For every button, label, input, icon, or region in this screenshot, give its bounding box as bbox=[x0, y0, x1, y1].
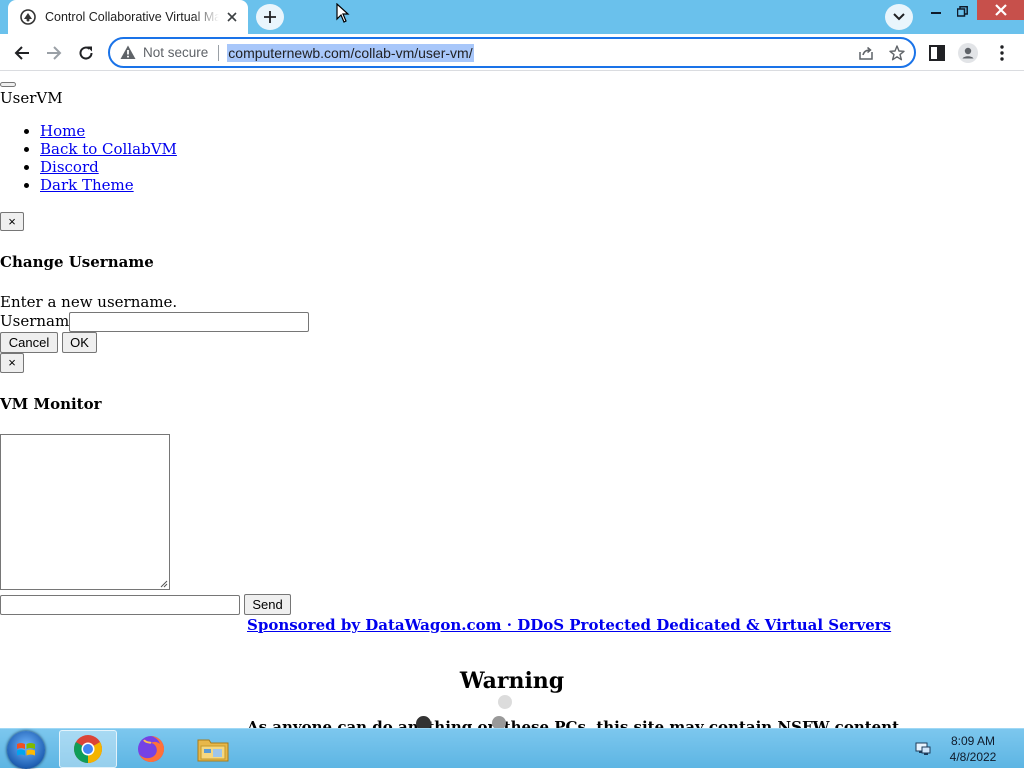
menu-kebab-icon[interactable] bbox=[992, 43, 1012, 63]
browser-titlebar: Control Collaborative Virtual Machines bbox=[0, 0, 1024, 34]
start-button-windows-icon[interactable] bbox=[7, 731, 45, 769]
back-to-collabvm-link[interactable]: Back to CollabVM bbox=[40, 140, 177, 158]
forward-arrow-icon[interactable] bbox=[40, 39, 68, 67]
windows-taskbar: 8:09 AM 4/8/2022 bbox=[0, 728, 1024, 769]
username-prompt: Enter a new username. bbox=[0, 293, 178, 311]
tab-close-icon[interactable] bbox=[224, 9, 240, 25]
username-label: Username bbox=[0, 312, 79, 330]
resize-grip-icon[interactable] bbox=[160, 580, 168, 588]
web-page: UserVM Home Back to CollabVM Discord Dar… bbox=[0, 72, 1024, 728]
home-link[interactable]: Home bbox=[40, 122, 85, 140]
username-input[interactable] bbox=[69, 312, 309, 332]
taskbar-explorer-folder-icon[interactable] bbox=[184, 730, 242, 768]
network-tray-icon[interactable] bbox=[915, 741, 931, 757]
nav-item-discord: Discord bbox=[40, 158, 177, 176]
reload-icon[interactable] bbox=[72, 39, 100, 67]
side-panel-icon[interactable] bbox=[927, 43, 947, 63]
taskbar-chrome-icon[interactable] bbox=[59, 730, 117, 768]
warning-text: As anyone can do anything on these PCs, … bbox=[247, 718, 905, 728]
sponsor-link[interactable]: Sponsored by DataWagon.com · DDoS Protec… bbox=[247, 616, 891, 634]
dark-theme-link[interactable]: Dark Theme bbox=[40, 176, 134, 194]
loading-dot bbox=[498, 695, 512, 709]
bookmark-star-icon[interactable] bbox=[889, 45, 905, 61]
address-bar[interactable]: Not secure computernewb.com/collab-vm/us… bbox=[108, 37, 916, 68]
back-arrow-icon[interactable] bbox=[8, 39, 36, 67]
username-close-button[interactable]: × bbox=[0, 212, 24, 231]
brand-text: UserVM bbox=[0, 89, 63, 107]
loading-dot bbox=[492, 716, 506, 728]
discord-link[interactable]: Discord bbox=[40, 158, 99, 176]
tab-title: Control Collaborative Virtual Machines bbox=[45, 10, 219, 24]
url-text[interactable]: computernewb.com/collab-vm/user-vm/ bbox=[227, 43, 474, 62]
restore-icon[interactable] bbox=[947, 0, 977, 22]
mouse-cursor-icon bbox=[336, 3, 350, 23]
monitor-dialog-title: VM Monitor bbox=[0, 395, 102, 413]
browser-tab[interactable]: Control Collaborative Virtual Machines bbox=[8, 0, 248, 34]
warning-heading: Warning bbox=[459, 668, 565, 694]
window-close-icon[interactable] bbox=[977, 0, 1024, 20]
system-clock[interactable]: 8:09 AM 4/8/2022 bbox=[940, 733, 1006, 765]
taskbar-firefox-icon[interactable] bbox=[122, 730, 180, 768]
tab-search-chevron-down-icon[interactable] bbox=[885, 4, 913, 30]
new-tab-icon[interactable] bbox=[256, 4, 284, 30]
monitor-output-textarea[interactable] bbox=[0, 434, 170, 590]
collabvm-favicon-icon bbox=[19, 8, 37, 26]
profile-avatar-icon[interactable] bbox=[958, 43, 978, 63]
clock-date: 4/8/2022 bbox=[949, 750, 997, 764]
nav-item-back: Back to CollabVM bbox=[40, 140, 177, 158]
monitor-close-button[interactable]: × bbox=[0, 353, 24, 373]
nav-item-home: Home bbox=[40, 122, 177, 140]
send-button[interactable]: Send bbox=[244, 594, 291, 615]
ok-button[interactable]: OK bbox=[62, 332, 97, 353]
monitor-command-input[interactable] bbox=[0, 595, 240, 615]
cancel-button[interactable]: Cancel bbox=[0, 332, 58, 353]
loading-dot bbox=[416, 716, 431, 728]
security-status-label[interactable]: Not secure bbox=[143, 45, 208, 60]
nav-links: Home Back to CollabVM Discord Dark Theme bbox=[0, 122, 177, 194]
address-divider bbox=[218, 44, 220, 61]
username-dialog-title: Change Username bbox=[0, 253, 154, 271]
browser-toolbar: Not secure computernewb.com/collab-vm/us… bbox=[0, 34, 1024, 71]
warning-triangle-icon[interactable] bbox=[120, 45, 136, 61]
share-icon[interactable] bbox=[858, 45, 874, 61]
navbar-toggle-button[interactable] bbox=[0, 82, 16, 87]
clock-time: 8:09 AM bbox=[950, 734, 996, 748]
nav-item-theme: Dark Theme bbox=[40, 176, 177, 194]
